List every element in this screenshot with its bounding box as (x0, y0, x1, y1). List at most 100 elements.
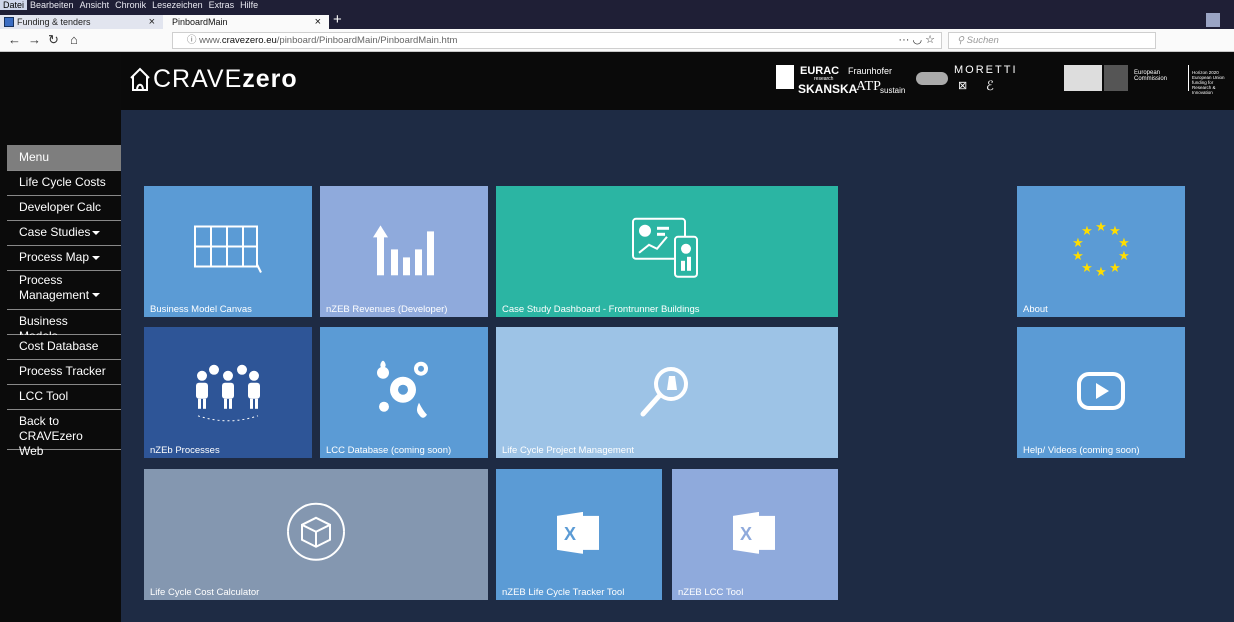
menu-life-cycle-costs[interactable]: Life Cycle Costs (7, 171, 121, 196)
tile-nzeb-lcc-tool[interactable]: X nZEB LCC Tool (672, 469, 838, 600)
url-path: /pinboard/PinboardMain/PinboardMain.htm (276, 35, 458, 46)
tile-label: nZEB LCC Tool (678, 587, 744, 598)
page: CRAVEzero EURAC research Fraunhofer SKAN… (0, 53, 1234, 622)
tile-nzeb-life-cycle-tracker[interactable]: X nZEB Life Cycle Tracker Tool (496, 469, 662, 600)
svg-text:X: X (564, 523, 576, 543)
partner-script-logo: ℰ (986, 78, 994, 93)
magnifier-icon (640, 366, 688, 416)
svg-text:★: ★ (1095, 219, 1107, 234)
logo-text-crave: CRAVE (153, 65, 243, 93)
tile-label: nZEB Revenues (Developer) (326, 304, 448, 315)
partner-pill-logo (916, 72, 948, 85)
tab-title: PinboardMain (172, 17, 228, 27)
moretti-logo: MORETTI (954, 64, 1018, 76)
menu-process-management[interactable]: Process Management (7, 271, 121, 310)
tab-pinboard[interactable]: PinboardMain × (163, 15, 329, 30)
search-icon: ⚲ (957, 35, 967, 46)
sidebar-menu: Menu Life Cycle Costs Developer Calc Cas… (7, 145, 121, 622)
home-icon[interactable]: ⌂ (70, 32, 78, 47)
menu-cost-database[interactable]: Cost Database (7, 335, 121, 360)
tile-business-model-canvas[interactable]: Business Model Canvas (144, 186, 312, 317)
info-icon[interactable]: ⓘ (187, 35, 199, 46)
back-icon[interactable]: ← (8, 32, 21, 47)
menu-lesezeichen[interactable]: Lesezeichen (149, 0, 206, 10)
browser-menubar: Datei Bearbeiten Ansicht Chronik Lesezeichen… (0, 0, 1234, 11)
tile-label: LCC Database (coming soon) (326, 445, 452, 456)
menu-business-models[interactable]: Business Models (7, 310, 121, 343)
tile-label: About (1023, 304, 1048, 315)
menu-datei[interactable]: Datei (0, 0, 28, 10)
menu-label: Process Map (19, 250, 90, 264)
menu-process-tracker[interactable]: Process Tracker (7, 360, 121, 385)
ec-text: European Commission (1134, 70, 1168, 82)
tile-label: Case Study Dashboard - Frontrunner Build… (502, 304, 700, 315)
new-tab-icon[interactable]: + (333, 11, 342, 29)
dashboard-icon (632, 217, 698, 278)
menu-extras[interactable]: Extras (206, 0, 238, 10)
url-bar[interactable]: ⓘ www.cravezero.eu/pinboard/PinboardMain… (172, 32, 942, 49)
menu-bearbeiten[interactable]: Bearbeiten (27, 0, 77, 10)
cravezero-logo[interactable]: CRAVEzero (129, 65, 298, 94)
gears-icon (377, 360, 428, 418)
bookmark-star-icon[interactable]: ☆ (925, 34, 935, 46)
svg-text:X: X (740, 523, 752, 543)
partner-symbol-logo: ⊠ (958, 80, 968, 92)
menu-hilfe[interactable]: Hilfe (237, 0, 261, 10)
more-icon[interactable]: ··· (898, 34, 912, 46)
close-tab-icon[interactable]: × (149, 15, 155, 29)
house-logo-icon (130, 67, 150, 91)
revenue-chart-icon (373, 224, 434, 275)
tile-case-study-dashboard[interactable]: Case Study Dashboard - Frontrunner Build… (496, 186, 838, 317)
canvas-icon (194, 225, 262, 273)
tile-label: Help/ Videos (coming soon) (1023, 445, 1140, 456)
url-domain: cravezero.eu (221, 35, 277, 46)
team-icon (196, 364, 260, 421)
tile-nzeb-revenues[interactable]: nZEB Revenues (Developer) (320, 186, 488, 317)
fraunhofer-logo: Fraunhofer (848, 66, 893, 76)
partner-square-logo (776, 65, 794, 89)
close-tab-icon[interactable]: × (315, 15, 321, 29)
tile-label: Life Cycle Project Management (502, 445, 635, 456)
menu-back-to-web[interactable]: Back to CRAVEzero Web (7, 410, 121, 458)
tile-about[interactable]: ★ ★ ★ ★ ★ ★ ★ ★ ★ ★ About (1017, 186, 1185, 317)
eu-flag-logo (1104, 65, 1128, 91)
menu-label: Process Management (19, 273, 90, 302)
reload-icon[interactable]: ↻ (48, 32, 59, 48)
svg-text:★: ★ (1109, 260, 1121, 275)
menu-lcc-tool[interactable]: LCC Tool (7, 385, 121, 410)
menu-label: LCC Tool (19, 389, 69, 403)
tile-nzeb-processes[interactable]: nZEb Processes (144, 327, 312, 458)
svg-text:★: ★ (1072, 248, 1084, 263)
menu-developer-calc[interactable]: Developer Calc (7, 196, 121, 221)
forward-icon[interactable]: → (28, 32, 41, 47)
play-icon (1077, 371, 1125, 410)
caret-down-icon (92, 256, 100, 260)
excel-icon: X (557, 511, 599, 554)
avatar[interactable] (1206, 13, 1220, 27)
eu-stars-icon: ★ ★★★★★★★★★ (1072, 219, 1130, 279)
tile-lcc-database[interactable]: LCC Database (coming soon) (320, 327, 488, 458)
menu-chronik[interactable]: Chronik (112, 0, 149, 10)
site-banner: CRAVEzero EURAC research Fraunhofer SKAN… (121, 53, 1234, 110)
horizon-text: Horizon 2020 European Union funding for … (1192, 70, 1225, 95)
menu-label: Developer Calc (19, 200, 102, 214)
url-prefix: www. (199, 35, 222, 46)
menu-title: Menu (7, 145, 121, 171)
menu-case-studies[interactable]: Case Studies (7, 221, 121, 246)
eu-favicon-icon (4, 17, 14, 27)
tab-funding[interactable]: Funding & tenders × (0, 15, 163, 30)
menu-process-map[interactable]: Process Map (7, 246, 121, 271)
menu-ansicht[interactable]: Ansicht (77, 0, 113, 10)
skanska-logo: SKANSKA (798, 82, 858, 96)
tile-life-cycle-project-management[interactable]: Life Cycle Project Management (496, 327, 838, 458)
svg-text:★: ★ (1081, 223, 1093, 238)
excel-icon: X (733, 511, 775, 554)
sustain-logo: sustain (880, 86, 906, 95)
tile-help-videos[interactable]: Help/ Videos (coming soon) (1017, 327, 1185, 458)
pocket-icon[interactable]: ◡ (912, 34, 925, 46)
partner-logos: EURAC research Fraunhofer SKANSKA A️TP s… (776, 64, 1018, 100)
tile-life-cycle-cost-calculator[interactable]: Life Cycle Cost Calculator (144, 469, 488, 600)
search-input[interactable]: ⚲ Suchen (948, 32, 1156, 49)
menu-label: Back to CRAVEzero Web (19, 414, 83, 458)
caret-down-icon (92, 231, 100, 235)
